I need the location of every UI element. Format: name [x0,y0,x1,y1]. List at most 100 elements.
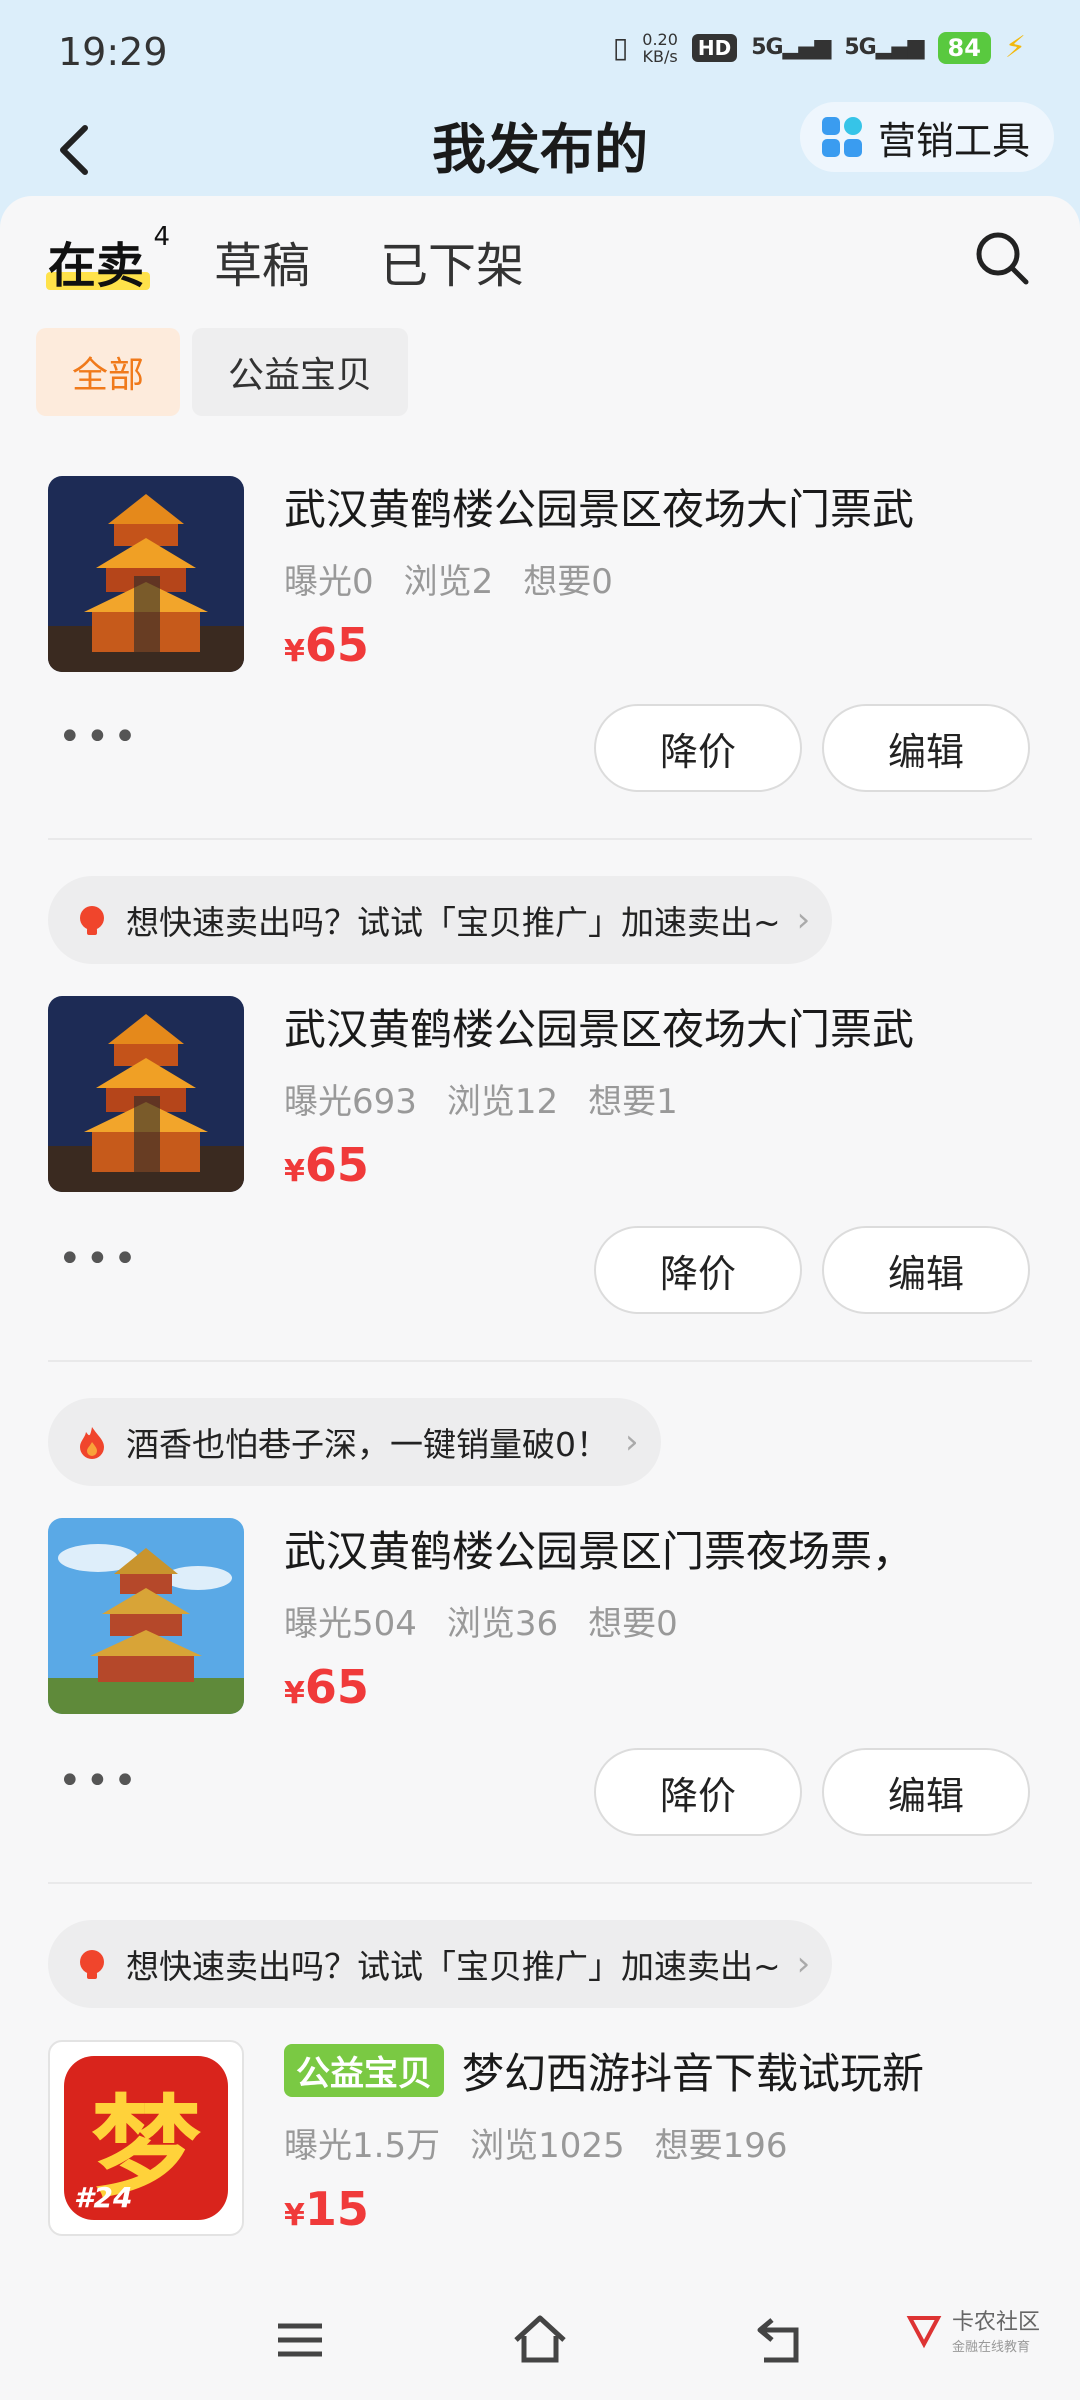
stat-exposure: 曝光504 [284,1604,417,1644]
edit-button[interactable]: 编辑 [822,1226,1030,1314]
listing-thumbnail [48,476,244,672]
grid-apps-icon [821,117,862,157]
listing-item-4[interactable]: 梦 #24 公益宝贝 梦幻西游抖音下载试玩新 曝光1.5万 浏览1025 想要1… [48,2040,1032,2240]
stat-exposure: 曝光693 [284,1082,417,1122]
listing-price: ¥65 [284,1660,369,1714]
chevron-left-icon [60,125,88,175]
edit-button[interactable]: 编辑 [822,1748,1030,1836]
signal-icon-2: 5G▂▄▆ [844,35,924,60]
reduce-price-button[interactable]: 降价 [594,1748,802,1836]
marketing-tools-label: 营销工具 [877,118,1030,163]
stat-wants: 想要1 [588,1082,678,1122]
menu-icon[interactable] [270,2310,330,2370]
listing-stats: 曝光693 浏览12 想要1 [284,1074,678,1123]
signal-label-1: 5G [751,35,783,60]
tab-drafts[interactable]: 草稿 [214,226,310,296]
listing-title: 武汉黄鹤楼公园景区夜场大门票武 [284,1005,915,1054]
price-value: 65 [304,618,369,672]
stat-exposure: 曝光1.5万 [284,2126,441,2166]
listing-stats: 曝光1.5万 浏览1025 想要196 [284,2118,788,2167]
vibrate-icon: ▯ [612,31,629,64]
stat-views: 浏览2 [403,562,494,602]
search-button[interactable] [972,228,1032,288]
home-icon[interactable] [510,2310,570,2370]
promo-text: 想快速卖出吗？试试「宝贝推广」加速卖出~ [126,903,781,942]
net-speed: 0.20 KB/s [642,31,678,65]
listing-thumbnail [48,996,244,1192]
promo-text: 想快速卖出吗？试试「宝贝推广」加速卖出~ [126,1947,781,1986]
watermark-logo-icon [906,2315,942,2348]
chevron-right-icon: › [796,900,811,940]
game-icon-number: #24 [74,2181,133,2214]
promo-text: 酒香也怕巷子深，一键销量破0！ [126,1425,609,1464]
filter-all[interactable]: 全部 [36,328,181,416]
signal-label-2: 5G [844,35,876,60]
listing-title: 武汉黄鹤楼公园景区夜场大门票武 [284,485,915,534]
listing-title: 公益宝贝 梦幻西游抖音下载试玩新 [284,2040,924,2101]
promo-banner[interactable]: 想快速卖出吗？试试「宝贝推广」加速卖出~ › [48,876,833,964]
tab-on-sale[interactable]: 在卖 4 [46,222,170,296]
stat-views: 浏览36 [446,1604,559,1644]
watermark-line2: 金融在线教育 [951,2340,1030,2355]
bulb-icon [80,906,104,935]
listing-item-2[interactable]: 武汉黄鹤楼公园景区夜场大门票武 曝光693 浏览12 想要1 ¥65 [48,996,1032,1196]
marketing-tools-button[interactable]: 营销工具 [799,102,1054,172]
status-time: 19:29 [58,30,168,74]
more-options-button[interactable]: ••• [58,714,141,760]
net-speed-unit: KB/s [642,46,678,66]
yellow-crane-tower-day-image [48,1518,244,1714]
system-nav-bar: 卡农社区 金融在线教育 [0,2280,1080,2400]
reduce-price-button[interactable]: 降价 [594,704,802,792]
promo-banner[interactable]: 想快速卖出吗？试试「宝贝推广」加速卖出~ › [48,1920,833,2008]
stat-wants: 想要0 [523,562,613,602]
divider [48,838,1032,840]
listing-thumbnail: 梦 #24 [48,2040,244,2236]
charging-icon: ⚡ [1004,30,1026,65]
charity-badge: 公益宝贝 [284,2044,444,2097]
bulb-icon [80,1950,104,1979]
price-value: 65 [304,1138,369,1192]
watermark: 卡农社区 金融在线教育 [904,2304,1040,2355]
listing-price: ¥65 [284,618,369,672]
more-options-button[interactable]: ••• [58,1236,141,1282]
currency-symbol: ¥ [284,1154,305,1189]
signal-icon-1: 5G▂▄▆ [751,35,831,60]
listing-title-text: 梦幻西游抖音下载试玩新 [462,2049,925,2098]
status-icons: ▯ 0.20 KB/s HD 5G▂▄▆ 5G▂▄▆ 84 ⚡ [613,30,1026,65]
filter-chips: 全部 公益宝贝 [36,328,409,416]
tab-on-sale-label: 在卖 [48,238,145,294]
stat-exposure: 曝光0 [284,562,374,602]
divider [48,1882,1032,1884]
listing-price: ¥65 [284,1138,369,1192]
game-app-icon: 梦 #24 [64,2056,228,2220]
currency-symbol: ¥ [284,2198,305,2233]
page-header: 我发布的 营销工具 [0,100,1080,200]
chevron-right-icon: › [625,1422,639,1462]
listing-stats: 曝光504 浏览36 想要0 [284,1596,678,1645]
stat-views: 浏览1025 [470,2126,625,2166]
listings-panel: 在卖 4 草稿 已下架 全部 公益宝贝 武汉黄鹤楼公园景区夜场大门票武 曝光0 … [0,196,1080,2400]
more-options-button[interactable]: ••• [58,1758,141,1804]
hd-icon: HD [691,33,738,62]
reduce-price-button[interactable]: 降价 [594,1226,802,1314]
stat-wants: 想要0 [588,1604,678,1644]
listing-item-3[interactable]: 武汉黄鹤楼公园景区门票夜场票， 曝光504 浏览36 想要0 ¥65 [48,1518,1032,1718]
currency-symbol: ¥ [284,1676,305,1711]
filter-charity[interactable]: 公益宝贝 [192,328,409,416]
listing-stats: 曝光0 浏览2 想要0 [284,554,613,603]
battery-icon: 84 [937,31,991,64]
back-nav-icon[interactable] [750,2310,810,2370]
back-button[interactable] [40,110,110,190]
net-speed-value: 0.20 [642,29,678,49]
tab-delisted[interactable]: 已下架 [380,226,524,296]
yellow-crane-tower-night-image [48,996,244,1192]
stat-views: 浏览12 [446,1082,559,1122]
fire-icon [80,1427,104,1459]
edit-button[interactable]: 编辑 [822,704,1030,792]
watermark-line1: 卡农社区 [951,2310,1040,2335]
status-bar: 19:29 ▯ 0.20 KB/s HD 5G▂▄▆ 5G▂▄▆ 84 ⚡ [0,0,1080,104]
listing-price: ¥15 [284,2182,369,2236]
tab-on-sale-count: 4 [153,222,171,252]
price-value: 15 [304,2182,369,2236]
promo-banner[interactable]: 酒香也怕巷子深，一键销量破0！ › [48,1398,661,1486]
